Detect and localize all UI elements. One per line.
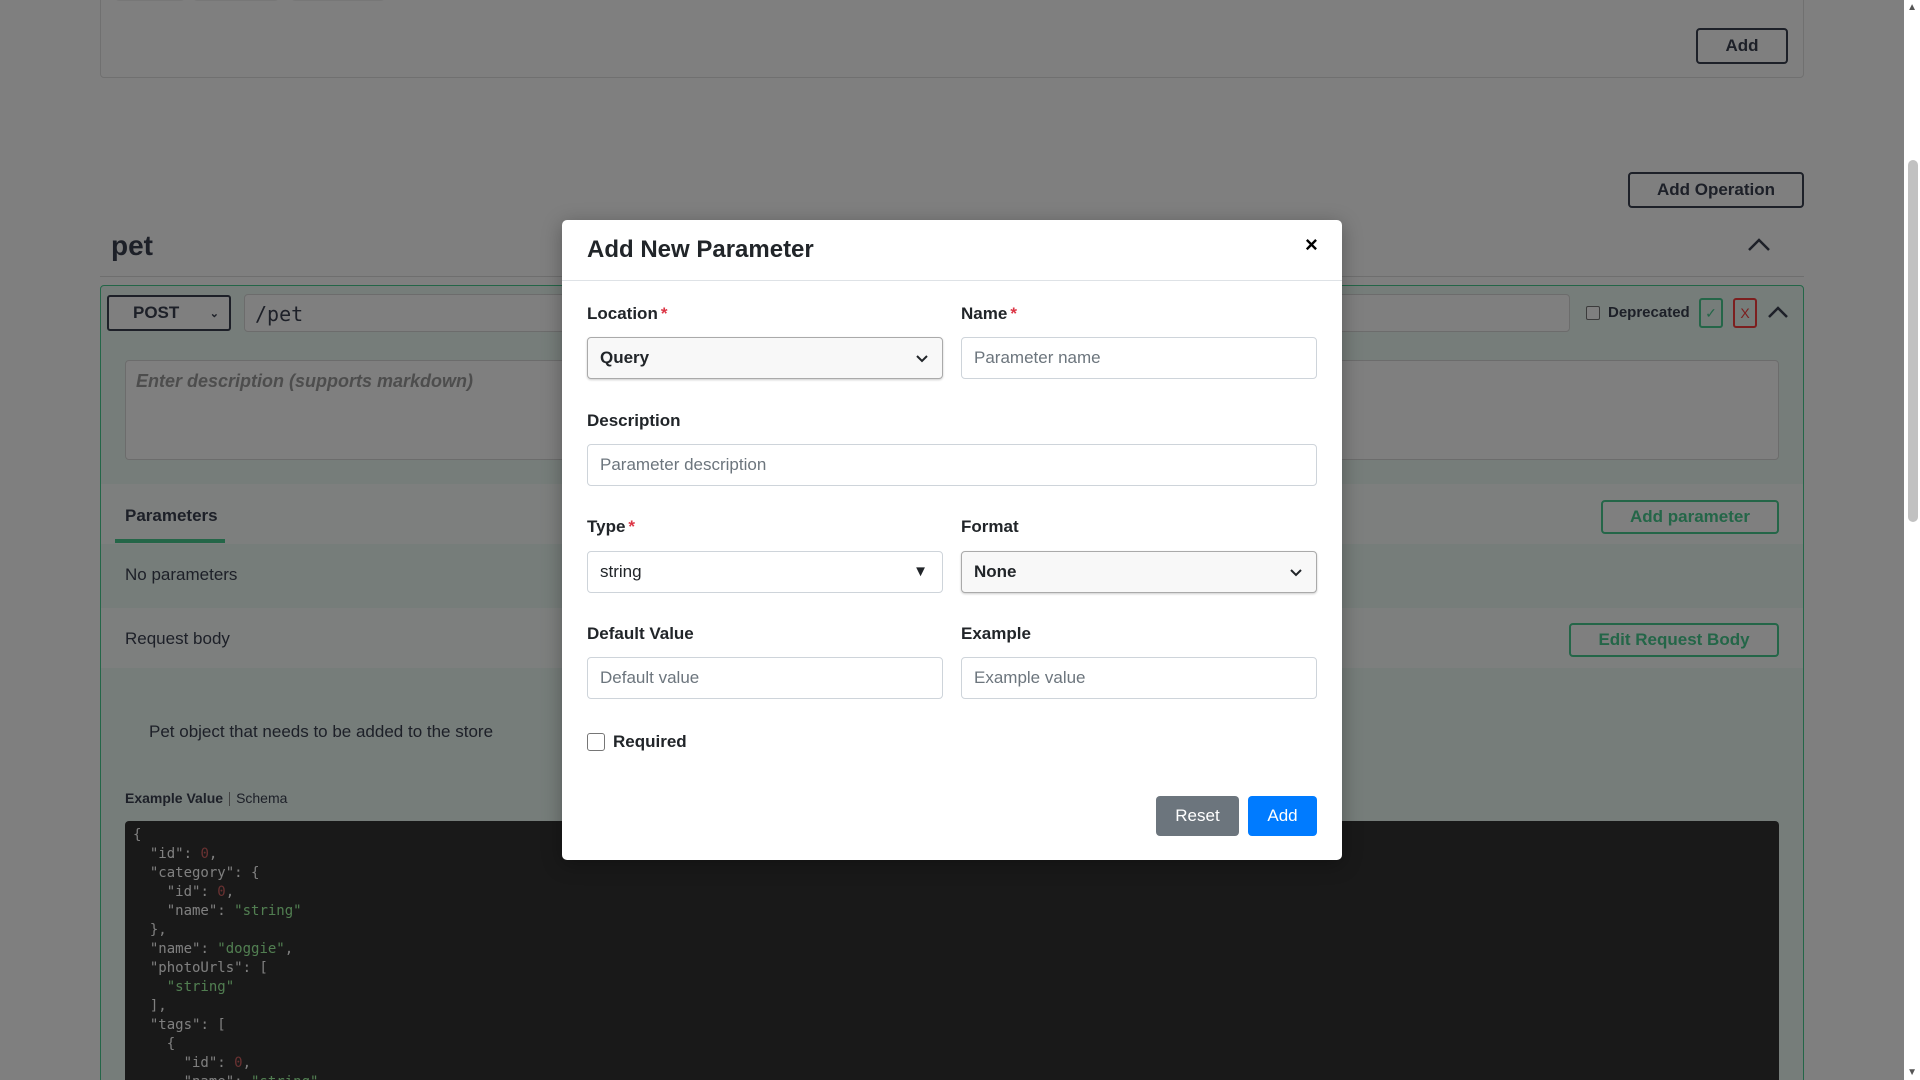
chevron-down-icon (1290, 569, 1302, 577)
format-label: Format (961, 517, 1019, 536)
default-value-label: Default Value (587, 624, 694, 643)
type-label: Type * (587, 517, 635, 537)
required-asterisk: * (660, 304, 668, 323)
type-label-text: Type (587, 517, 626, 536)
name-input[interactable] (961, 337, 1317, 379)
location-select[interactable]: Query (587, 337, 943, 379)
chevron-down-icon (916, 355, 928, 363)
add-parameter-modal: Add New Parameter × Location * Query Name… (562, 220, 1342, 860)
description-label: Description (587, 411, 681, 430)
close-icon[interactable]: × (1305, 232, 1318, 258)
required-asterisk: * (1010, 304, 1017, 323)
location-value: Query (600, 348, 650, 367)
required-checkbox[interactable] (587, 733, 605, 751)
scrollbar-thumb[interactable] (1908, 160, 1918, 522)
type-value: string (600, 562, 642, 581)
type-select[interactable]: string ▼ (587, 551, 943, 593)
default-value-input[interactable] (587, 657, 943, 699)
modal-header: Add New Parameter × (562, 220, 1342, 281)
format-value: None (974, 562, 1017, 581)
name-label-text: Name (961, 304, 1008, 323)
example-input[interactable] (961, 657, 1317, 699)
format-select[interactable]: None (961, 551, 1317, 593)
vertical-scrollbar[interactable]: ▲ ▼ (1904, 0, 1920, 1080)
reset-button[interactable]: Reset (1156, 796, 1239, 836)
description-input[interactable] (587, 444, 1317, 486)
name-label: Name * (961, 304, 1017, 324)
required-asterisk: * (628, 517, 636, 536)
scroll-up-arrow-icon[interactable]: ▲ (1907, 2, 1917, 13)
triangle-down-icon: ▼ (913, 563, 928, 580)
add-button[interactable]: Add (1248, 796, 1317, 836)
example-label: Example (961, 624, 1031, 643)
scroll-down-arrow-icon[interactable]: ▼ (1907, 1067, 1917, 1078)
modal-title: Add New Parameter (587, 236, 814, 263)
required-label[interactable]: Required (613, 732, 687, 752)
location-label: Location * (587, 304, 667, 324)
location-label-text: Location (587, 304, 658, 323)
